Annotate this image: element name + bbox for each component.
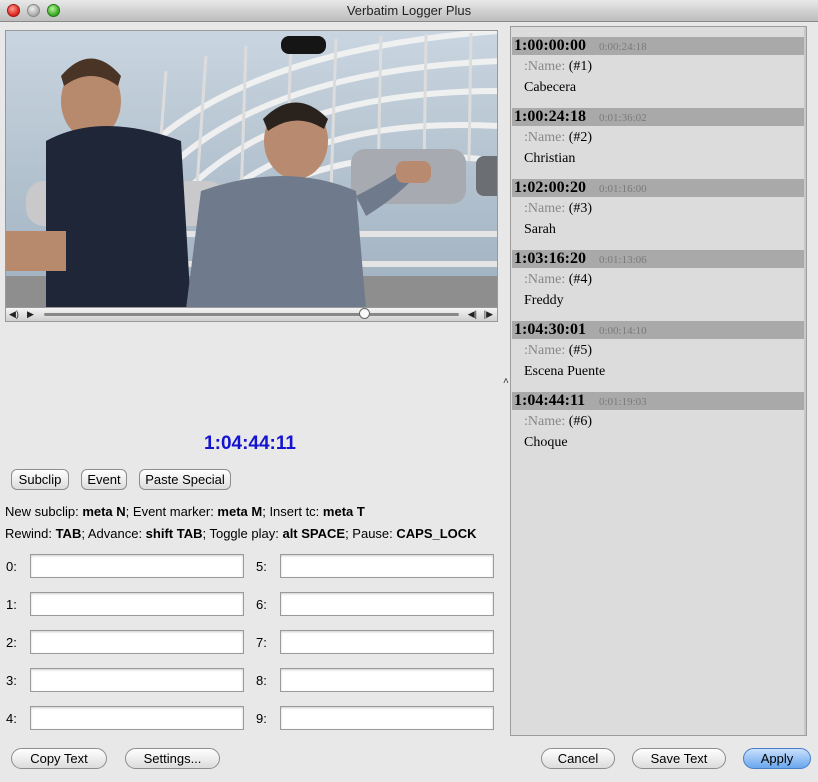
field-label-3: 3: (6, 673, 17, 688)
log-entry-value[interactable]: Christian (524, 151, 575, 167)
log-entry-timecode: 1:00:24:18 (514, 108, 586, 125)
shortcut-help-line-1: New subclip: meta N; Event marker: meta … (5, 504, 365, 519)
log-entry-header: 1:04:30:01 0:00:14:10 (512, 321, 805, 339)
text-field-8[interactable] (280, 668, 494, 692)
current-timecode: 1:04:44:11 (204, 433, 296, 454)
cancel-button[interactable]: Cancel (541, 748, 615, 769)
log-entry-name-row: :Name: (#3) (524, 201, 592, 217)
field-label-5: 5: (256, 559, 267, 574)
scrub-knob[interactable] (358, 308, 370, 319)
field-label-8: 8: (256, 673, 267, 688)
log-entry-header: 1:03:16:20 0:01:13:06 (512, 250, 805, 268)
field-label-0: 0: (6, 559, 17, 574)
step-forward-icon[interactable]: |▶ (484, 308, 493, 321)
log-entry[interactable]: 1:04:44:11 0:01:19:03 :Name: (#6) Choque (512, 382, 805, 453)
split-pane-divider-icon[interactable]: ˄ (503, 376, 509, 387)
log-entry-duration: 0:00:24:18 (599, 41, 647, 53)
shortcut-help-line-2: Rewind: TAB; Advance: shift TAB; Toggle … (5, 526, 477, 541)
log-entry-value[interactable]: Sarah (524, 222, 556, 238)
log-entry-duration: 0:01:16:00 (599, 183, 647, 195)
text-field-9[interactable] (280, 706, 494, 730)
log-entry[interactable]: 1:03:16:20 0:01:13:06 :Name: (#4) Freddy (512, 240, 805, 311)
log-entry-timecode: 1:04:30:01 (514, 321, 586, 338)
field-label-4: 4: (6, 711, 17, 726)
apply-button[interactable]: Apply (743, 748, 811, 769)
log-entry-timecode: 1:04:44:11 (514, 392, 586, 409)
log-entry-name-label: :Name: (524, 272, 566, 287)
paste-special-button[interactable]: Paste Special (139, 469, 231, 490)
log-entry-name-row: :Name: (#1) (524, 59, 592, 75)
log-entry-duration: 0:00:14:10 (599, 325, 647, 337)
log-entry-name-label: :Name: (524, 414, 566, 429)
log-entry-name-row: :Name: (#6) (524, 414, 592, 430)
log-entry-timecode: 1:02:00:20 (514, 179, 586, 196)
play-icon[interactable]: ▶ (27, 308, 34, 321)
title-bar: Verbatim Logger Plus (0, 0, 818, 22)
field-label-2: 2: (6, 635, 17, 650)
log-entry[interactable]: 1:00:00:00 0:00:24:18 :Name: (#1) Cabece… (512, 27, 805, 98)
log-entry-duration: 0:01:19:03 (599, 396, 647, 408)
log-entry-header: 1:02:00:20 0:01:16:00 (512, 179, 805, 197)
scrub-track[interactable] (44, 308, 459, 319)
log-entry-name-row: :Name: (#4) (524, 272, 592, 288)
player-controls: ◀) ▶ ◀| |▶ (5, 307, 498, 322)
log-entry-duration: 0:01:13:06 (599, 254, 647, 266)
log-entry-name-label: :Name: (524, 201, 566, 216)
log-entry-number: (#5) (568, 343, 593, 358)
log-entry[interactable]: 1:00:24:18 0:01:36:02 :Name: (#2) Christ… (512, 98, 805, 169)
field-label-7: 7: (256, 635, 267, 650)
text-field-7[interactable] (280, 630, 494, 654)
field-label-1: 1: (6, 597, 17, 612)
log-entry-number: (#4) (568, 272, 593, 287)
log-entry-header: 1:04:44:11 0:01:19:03 (512, 392, 805, 410)
log-entry[interactable]: 1:02:00:20 0:01:16:00 :Name: (#3) Sarah (512, 169, 805, 240)
subclip-button[interactable]: Subclip (11, 469, 69, 490)
text-field-4[interactable] (30, 706, 244, 730)
log-entry-value[interactable]: Freddy (524, 293, 564, 309)
log-entry-header: 1:00:24:18 0:01:36:02 (512, 108, 805, 126)
text-field-2[interactable] (30, 630, 244, 654)
field-label-9: 9: (256, 711, 267, 726)
text-field-0[interactable] (30, 554, 244, 578)
video-frame[interactable] (5, 30, 498, 308)
log-entry-name-row: :Name: (#2) (524, 130, 592, 146)
save-text-button[interactable]: Save Text (632, 748, 726, 769)
log-panel-scrollbar[interactable] (804, 27, 806, 735)
log-entry-timecode: 1:00:00:00 (514, 37, 586, 54)
log-entry-value[interactable]: Escena Puente (524, 364, 605, 380)
event-button[interactable]: Event (81, 469, 127, 490)
log-entry[interactable]: 1:04:30:01 0:00:14:10 :Name: (#5) Escena… (512, 311, 805, 382)
step-back-icon[interactable]: ◀| (468, 308, 477, 321)
log-entry-header: 1:00:00:00 0:00:24:18 (512, 37, 805, 55)
log-entry-value[interactable]: Cabecera (524, 80, 576, 96)
text-field-5[interactable] (280, 554, 494, 578)
log-entry-number: (#1) (568, 59, 593, 74)
log-entries-panel[interactable]: 1:00:00:00 0:00:24:18 :Name: (#1) Cabece… (510, 26, 807, 736)
copy-text-button[interactable]: Copy Text (11, 748, 107, 769)
field-label-6: 6: (256, 597, 267, 612)
text-field-6[interactable] (280, 592, 494, 616)
log-entry-name-label: :Name: (524, 343, 566, 358)
log-entry-number: (#2) (568, 130, 593, 145)
volume-icon[interactable]: ◀) (9, 308, 19, 321)
text-field-1[interactable] (30, 592, 244, 616)
log-entry-duration: 0:01:36:02 (599, 112, 647, 124)
log-entry-timecode: 1:03:16:20 (514, 250, 586, 267)
log-entry-number: (#6) (568, 414, 593, 429)
log-entry-name-label: :Name: (524, 130, 566, 145)
settings-button[interactable]: Settings... (125, 748, 220, 769)
log-entry-number: (#3) (568, 201, 593, 216)
text-field-3[interactable] (30, 668, 244, 692)
video-image (6, 31, 497, 307)
log-entry-name-label: :Name: (524, 59, 566, 74)
log-entry-value[interactable]: Choque (524, 435, 568, 451)
log-entry-name-row: :Name: (#5) (524, 343, 592, 359)
window-title: Verbatim Logger Plus (346, 3, 472, 18)
